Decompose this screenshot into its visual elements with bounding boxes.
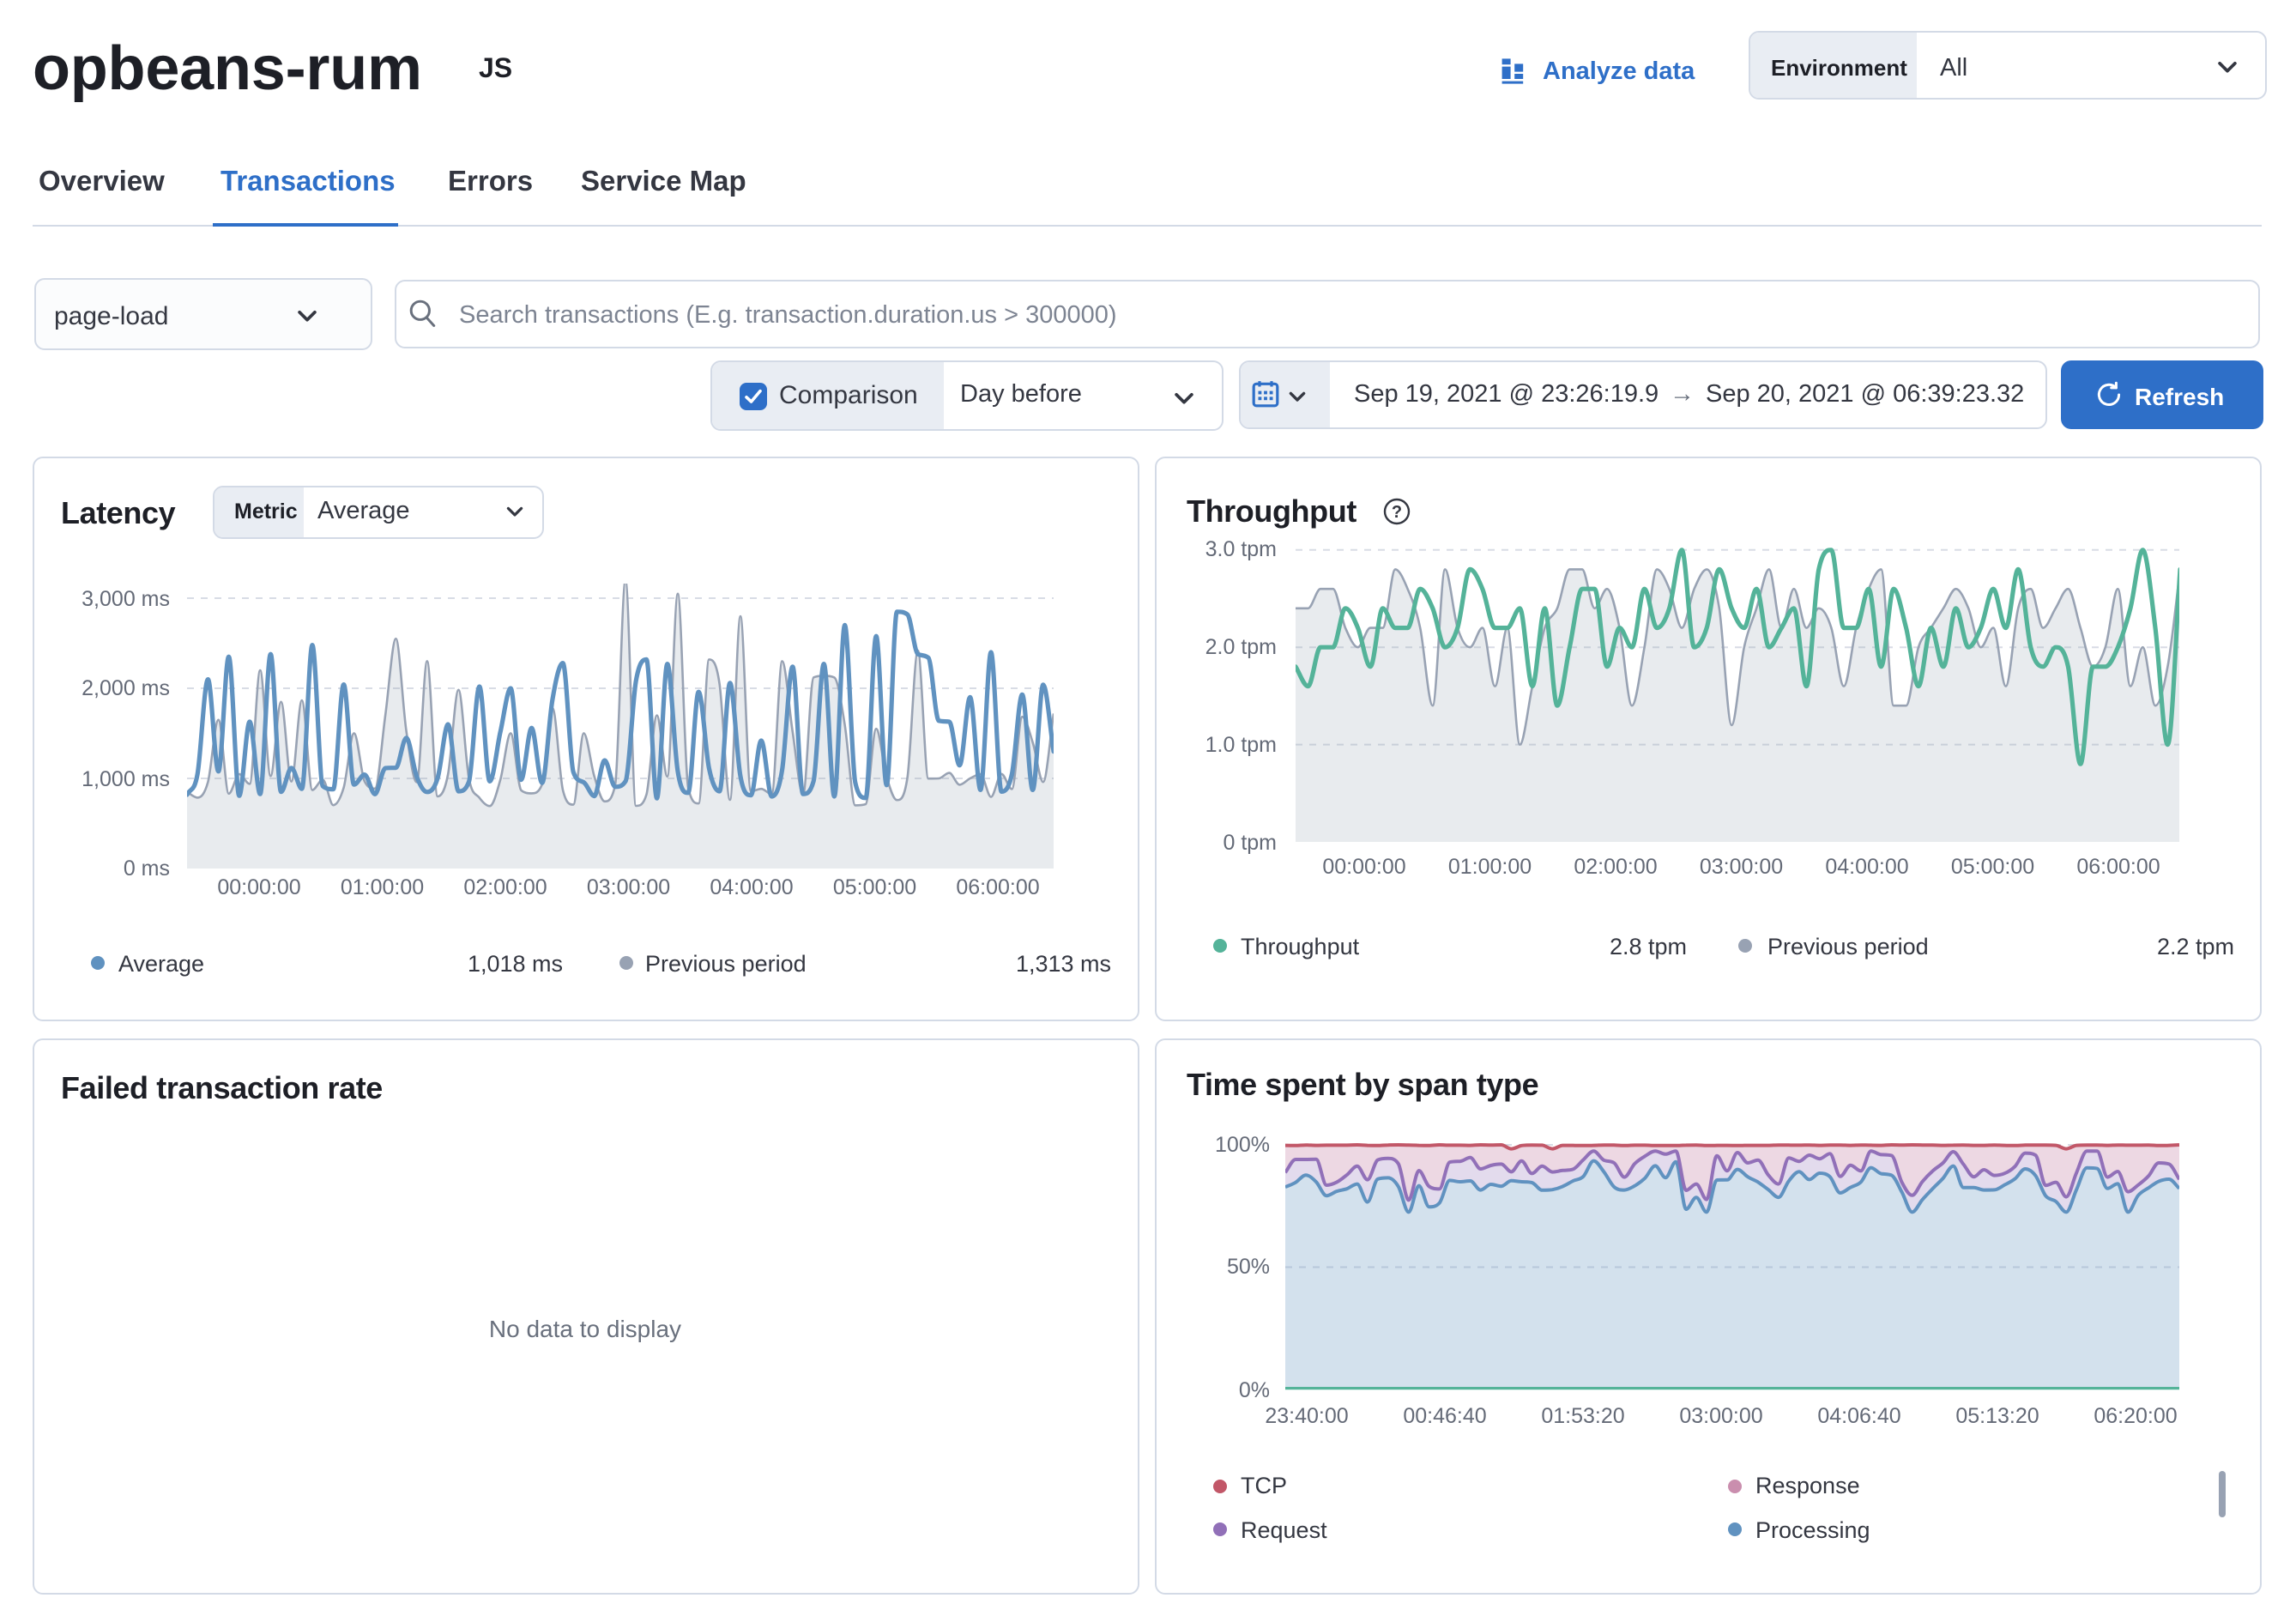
svg-text:?: ? [1392, 502, 1402, 521]
